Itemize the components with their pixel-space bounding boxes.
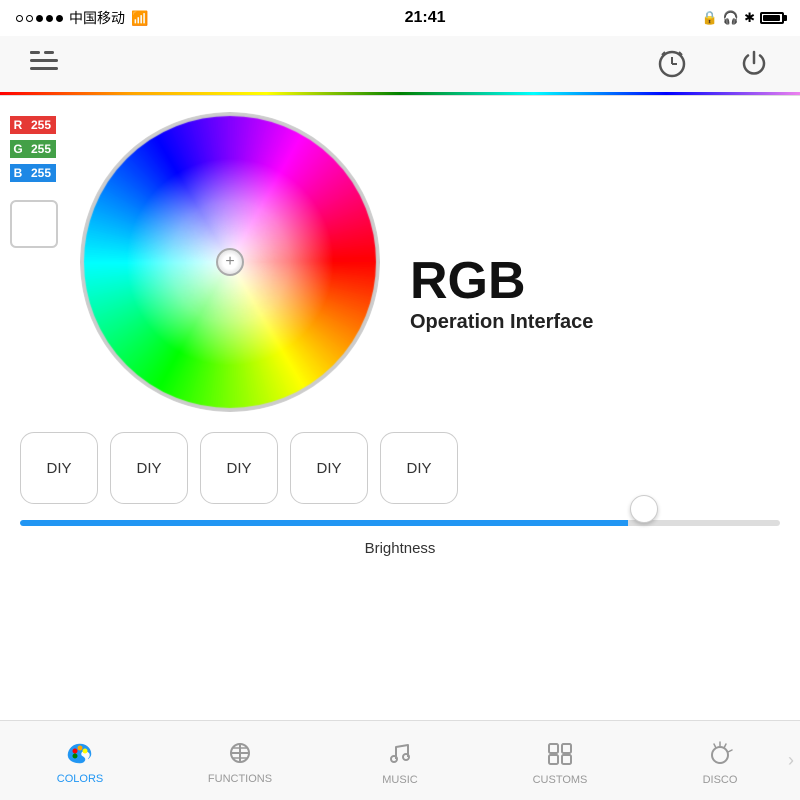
b-value: 255 — [26, 164, 56, 182]
brightness-track[interactable] — [20, 520, 780, 526]
bottom-nav: COLORS FUNCTIONS MUSIC — [0, 720, 800, 800]
carrier-label: 中国移动 — [69, 8, 125, 28]
wifi-icon: 📶 — [131, 10, 148, 27]
nav-item-disco[interactable]: DISCO — [640, 735, 800, 786]
diy-button-3[interactable]: DIY — [200, 432, 278, 504]
colors-label: COLORS — [57, 773, 103, 785]
rgb-title: RGB — [410, 251, 593, 311]
colors-icon — [66, 742, 94, 769]
disco-label: DISCO — [703, 774, 738, 786]
rgb-subtitle: Operation Interface — [410, 311, 593, 334]
status-right: 🔒 🎧 ✱ — [702, 10, 784, 26]
diy-button-5[interactable]: DIY — [380, 432, 458, 504]
rainbow-bar — [0, 92, 800, 95]
nav-item-music[interactable]: MUSIC — [320, 735, 480, 786]
diy-button-1[interactable]: DIY — [20, 432, 98, 504]
music-icon — [386, 741, 414, 770]
power-icon[interactable] — [738, 47, 770, 84]
status-bar: 中国移动 📶 21:41 🔒 🎧 ✱ — [0, 0, 800, 36]
diy-section: DIY DIY DIY DIY DIY — [0, 412, 800, 514]
nav-chevron-icon: › — [788, 750, 794, 771]
r-label: R — [10, 116, 26, 134]
brightness-label: Brightness — [20, 540, 780, 557]
top-nav — [0, 36, 800, 96]
rgb-info: RGB Operation Interface — [380, 112, 593, 412]
nav-item-functions[interactable]: FUNCTIONS — [160, 736, 320, 785]
color-wheel[interactable]: + — [80, 112, 380, 412]
lock-icon: 🔒 — [702, 10, 718, 26]
bluetooth-icon: ✱ — [744, 10, 755, 26]
brightness-section: Brightness — [0, 514, 800, 565]
g-value: 255 — [26, 140, 56, 158]
battery-icon — [760, 12, 784, 24]
wheel-center-handle[interactable]: + — [216, 248, 244, 276]
rgb-controls: R 255 G 255 B 255 — [10, 112, 80, 412]
nav-item-customs[interactable]: CUSTOMS — [480, 735, 640, 786]
status-left: 中国移动 📶 — [16, 8, 148, 28]
disco-icon — [706, 741, 734, 770]
brightness-thumb[interactable] — [630, 495, 658, 523]
r-value: 255 — [26, 116, 56, 134]
main-section: R 255 G 255 B 255 + RGB Operation Interf… — [0, 96, 800, 412]
color-wheel-container[interactable]: + — [80, 112, 380, 412]
diy-button-4[interactable]: DIY — [290, 432, 368, 504]
customs-label: CUSTOMS — [533, 774, 588, 786]
functions-label: FUNCTIONS — [208, 773, 272, 785]
alarm-icon[interactable] — [656, 47, 688, 84]
b-label: B — [10, 164, 26, 182]
color-preview[interactable] — [10, 200, 58, 248]
signal-icon — [16, 15, 63, 22]
music-label: MUSIC — [382, 774, 417, 786]
headphone-icon: 🎧 — [723, 10, 739, 26]
diy-button-2[interactable]: DIY — [110, 432, 188, 504]
customs-icon — [546, 741, 574, 770]
g-label: G — [10, 140, 26, 158]
functions-icon — [226, 742, 254, 769]
nav-item-colors[interactable]: COLORS — [0, 736, 160, 785]
status-time: 21:41 — [405, 9, 446, 27]
menu-icon[interactable] — [30, 51, 58, 80]
